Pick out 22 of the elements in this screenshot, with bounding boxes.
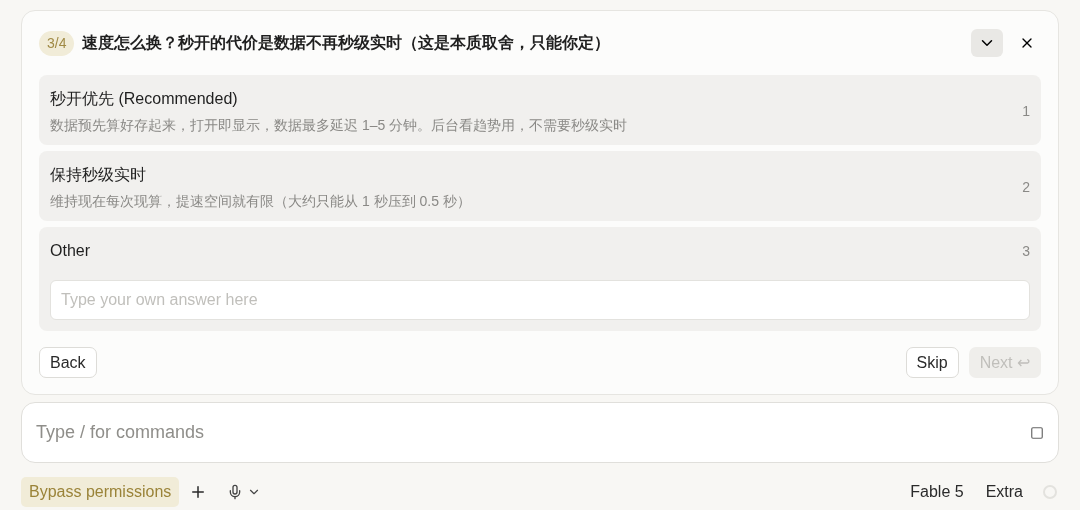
option-number: 2 bbox=[1022, 178, 1030, 197]
option-label: 秒开优先 (Recommended) bbox=[50, 89, 239, 109]
question-title: 速度怎么换？秒开的代价是数据不再秒级实时（这是本质取舍，只能你定） bbox=[82, 33, 612, 53]
option-row[interactable]: 秒开优先 (Recommended) 数据预先算好存起来，打开即显示，数据最多延迟 1–5 分钟。后台看趋势用，不需要秒级实时 1 bbox=[39, 75, 1041, 145]
answer-field[interactable]: Type your own answer here bbox=[50, 280, 1030, 320]
option-number: 1 bbox=[1022, 102, 1030, 121]
step-badge: 3/4 bbox=[39, 30, 75, 56]
option-description: 维持现在每次现算，提速空间就有限（大约只能从 1 秒压到 0.5 秒） bbox=[50, 192, 472, 211]
command-field[interactable]: Type / for commands bbox=[36, 419, 1030, 446]
command-input[interactable]: Type / for commands bbox=[21, 402, 1059, 463]
option-row[interactable]: Other 3 Type your own answer here bbox=[39, 227, 1041, 331]
option-label: 保持秒级实时 bbox=[50, 165, 147, 185]
option-row[interactable]: 保持秒级实时 维持现在每次现算，提速空间就有限（大约只能从 1 秒压到 0.5 秒） 2 bbox=[39, 151, 1041, 221]
option-label: Other bbox=[50, 241, 91, 261]
effort-selector[interactable]: Extra bbox=[985, 480, 1023, 504]
model-selector[interactable]: Fable 5 bbox=[910, 480, 964, 504]
option-description: 数据预先算好存起来，打开即显示，数据最多延迟 1–5 分钟。后台看趋势用，不需要秒级实时 bbox=[50, 116, 629, 135]
skip-button[interactable]: Skip bbox=[905, 347, 959, 378]
option-number: 3 bbox=[1022, 241, 1030, 261]
back-button[interactable]: Back bbox=[39, 347, 97, 378]
stop-icon[interactable] bbox=[1030, 425, 1044, 440]
collapse-button[interactable] bbox=[971, 29, 1003, 57]
